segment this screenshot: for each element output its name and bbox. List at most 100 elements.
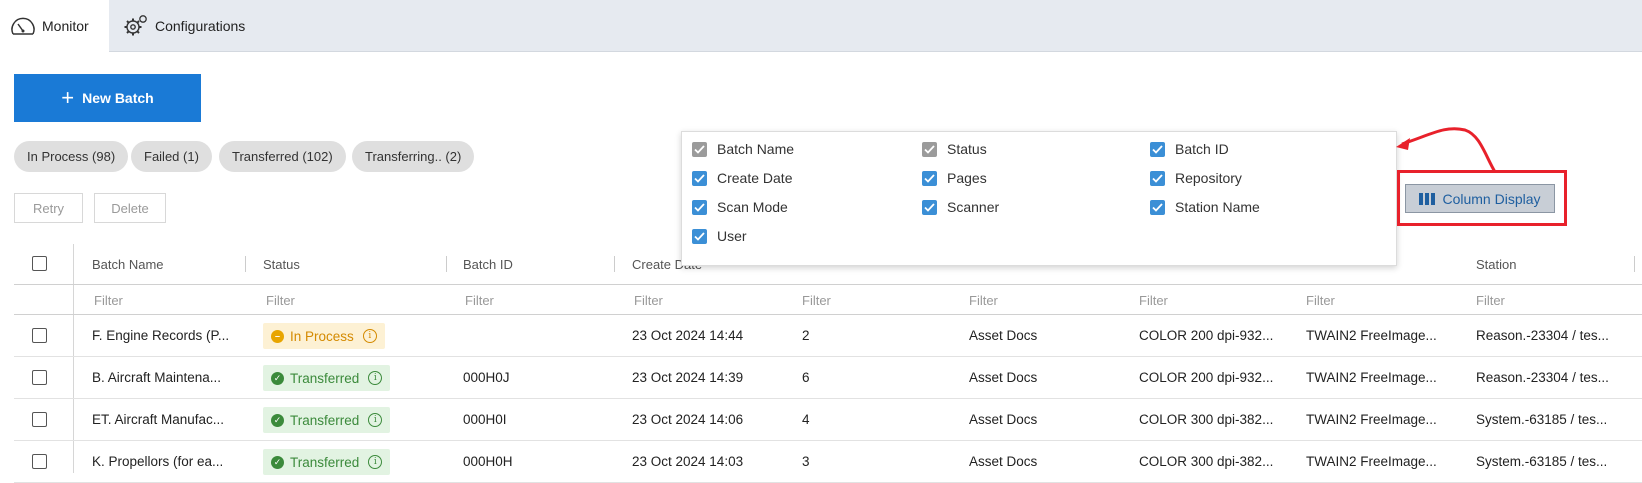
info-icon[interactable]: i [368,371,383,385]
status-label: Transferred [290,412,360,428]
status-badge: ✓ Transferred i [263,449,391,475]
filter-row: Filter Filter Filter Filter Filter Filte… [14,284,1642,315]
check-circle-icon: ✓ [271,371,284,385]
table-row[interactable]: B. Aircraft Maintena... ✓ Transferred i … [14,357,1642,399]
cell-repository: Asset Docs [969,328,1038,343]
tab-configurations[interactable]: Configurations [123,0,245,52]
plus-icon: + [61,85,75,110]
cell-batch-name: F. Engine Records (P... [92,328,230,343]
info-icon[interactable]: i [368,455,383,469]
cell-create-date: 23 Oct 2024 14:44 [632,328,744,343]
chip-in-process[interactable]: In Process (98) [14,141,129,172]
new-batch-button[interactable]: + New Batch [14,74,201,122]
column-header-batch-id[interactable]: Batch ID [463,244,513,284]
column-option-label: Repository [1175,170,1242,186]
column-option-label: Pages [947,170,987,186]
column-option-status: Status [922,141,987,157]
row-checkbox[interactable] [32,328,47,343]
cell-station: System.-63185 / tes... [1476,454,1608,469]
cell-pages: 6 [802,370,810,385]
tab-configurations-label: Configurations [155,18,246,34]
column-option-repository[interactable]: Repository [1150,170,1242,186]
row-checkbox[interactable] [32,412,47,427]
cell-scan-mode: COLOR 200 dpi-932... [1139,370,1274,385]
filter-pages[interactable]: Filter [802,285,831,315]
gears-icon [124,15,147,36]
checkbox-checked[interactable] [922,170,937,186]
column-option-label: Scanner [947,199,1000,215]
column-resizer[interactable] [614,256,615,272]
cell-create-date: 23 Oct 2024 14:39 [632,370,744,385]
filter-batch-id[interactable]: Filter [465,285,494,315]
tab-monitor-label: Monitor [42,18,89,34]
chip-transferred[interactable]: Transferred (102) [219,141,346,172]
table-row[interactable]: K. Propellors (for ea... ✓ Transferred i… [14,441,1642,483]
annotation-arrow-icon [1396,127,1497,173]
checkbox-checked[interactable] [692,199,707,215]
cell-scanner: TWAIN2 FreeImage... [1306,370,1437,385]
cell-scan-mode: COLOR 300 dpi-382... [1139,454,1274,469]
top-nav: Monitor Configurations [0,0,1642,52]
cell-batch-id: 000H0J [463,370,510,385]
column-header-status[interactable]: Status [263,244,300,284]
column-resizer[interactable] [1634,256,1635,272]
cell-pages: 3 [802,454,810,469]
checkbox-disabled [692,141,707,157]
cell-station: System.-63185 / tes... [1476,412,1608,427]
row-checkbox[interactable] [32,370,47,385]
cell-scan-mode: COLOR 300 dpi-382... [1139,412,1274,427]
filter-scanner[interactable]: Filter [1306,285,1335,315]
table-row[interactable]: ET. Aircraft Manufac... ✓ Transferred i … [14,399,1642,441]
filter-station[interactable]: Filter [1476,285,1505,315]
row-checkbox[interactable] [32,454,47,469]
delete-button[interactable]: Delete [94,193,166,223]
cell-create-date: 23 Oct 2024 14:06 [632,412,744,427]
retry-button[interactable]: Retry [14,193,83,223]
cell-scan-mode: COLOR 200 dpi-932... [1139,328,1274,343]
checkbox-checked[interactable] [1150,141,1165,157]
checkbox-checked[interactable] [1150,199,1165,215]
cell-station: Reason.-23304 / tes... [1476,328,1609,343]
chip-failed[interactable]: Failed (1) [131,141,212,172]
column-option-batch-id[interactable]: Batch ID [1150,141,1229,157]
column-option-label: Station Name [1175,199,1260,215]
cell-batch-name: B. Aircraft Maintena... [92,370,222,385]
info-icon[interactable]: i [362,329,377,343]
column-option-pages[interactable]: Pages [922,170,987,186]
status-badge: – In Process i [263,323,385,349]
checkbox-checked[interactable] [922,199,937,215]
column-option-scan-mode[interactable]: Scan Mode [692,199,788,215]
cell-batch-name: K. Propellors (for ea... [92,454,224,469]
filter-create-date[interactable]: Filter [634,285,663,315]
status-label: Transferred [290,454,360,470]
column-header-station[interactable]: Station [1476,244,1516,284]
column-option-scanner[interactable]: Scanner [922,199,999,215]
info-icon[interactable]: i [368,413,383,427]
column-header-batch-name[interactable]: Batch Name [92,244,164,284]
column-option-create-date[interactable]: Create Date [692,170,792,186]
table-row[interactable]: F. Engine Records (P... – In Process i 2… [14,315,1642,357]
cell-scanner: TWAIN2 FreeImage... [1306,328,1437,343]
checkbox-checked[interactable] [692,170,707,186]
column-option-station-name[interactable]: Station Name [1150,199,1260,215]
status-badge: ✓ Transferred i [263,365,391,391]
filter-repository[interactable]: Filter [969,285,998,315]
checkbox-checked[interactable] [692,228,707,244]
column-option-user[interactable]: User [692,228,747,244]
chip-transferring[interactable]: Transferring.. (2) [352,141,475,172]
column-option-batch-name: Batch Name [692,141,794,157]
column-option-label: Status [947,141,987,157]
column-resizer[interactable] [446,256,447,272]
filter-status[interactable]: Filter [266,285,295,315]
select-all-checkbox[interactable] [32,256,47,271]
status-label: Transferred [290,370,360,386]
cell-station: Reason.-23304 / tes... [1476,370,1609,385]
cell-batch-id: 000H0H [463,454,513,469]
filter-batch-name[interactable]: Filter [94,285,123,315]
checkbox-checked[interactable] [1150,170,1165,186]
checkbox-disabled [922,141,937,157]
gauge-icon [11,17,35,35]
filter-scan-mode[interactable]: Filter [1139,285,1168,315]
tab-monitor[interactable]: Monitor [0,0,109,52]
column-resizer[interactable] [245,256,246,272]
